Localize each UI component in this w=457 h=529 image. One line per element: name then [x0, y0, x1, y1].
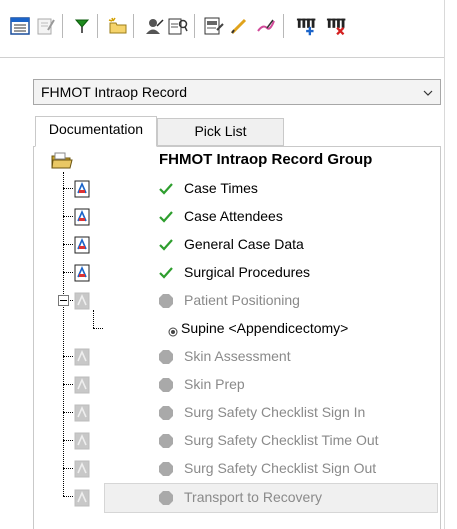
tree-subitem-label: Supine <Appendicectomy>	[181, 320, 349, 336]
checkmark-icon	[158, 209, 174, 225]
tree-item-general-case-data[interactable]: General Case Data	[0, 232, 440, 258]
form-document-icon	[73, 180, 91, 198]
window-right-edge	[444, 0, 445, 529]
tree-item-label: Surgical Procedures	[184, 264, 311, 280]
person-icon[interactable]	[142, 12, 166, 40]
toolbar-separator	[133, 14, 134, 38]
tree-item-skin-prep[interactable]: Skin Prep	[0, 372, 440, 398]
tree-item-case-times[interactable]: Case Times	[0, 176, 440, 202]
toolbar-separator	[194, 14, 195, 38]
form-document-icon	[73, 236, 91, 254]
toolbar-separator	[62, 14, 63, 38]
pending-octagon-icon	[158, 349, 174, 365]
record-select[interactable]: FHMOT Intraop Record	[33, 79, 441, 105]
grid-view-icon[interactable]	[8, 12, 32, 40]
tab-documentation[interactable]: Documentation	[35, 116, 157, 147]
form-document-icon	[73, 264, 91, 282]
chevron-down-icon	[422, 86, 434, 102]
tree-item-surgical-procedures[interactable]: Surgical Procedures	[0, 260, 440, 286]
tree-item-label: Case Times	[184, 180, 258, 196]
radio-dot-icon	[168, 324, 178, 337]
form-document-disabled-icon	[73, 404, 91, 422]
tree-item-label: Surg Safety Checklist Time Out	[184, 432, 379, 448]
toolbar-separator	[283, 14, 284, 38]
add-column-icon[interactable]	[296, 12, 320, 40]
tree-item-patient-positioning[interactable]: Patient Positioning	[0, 288, 440, 314]
tree-item-label: Surg Safety Checklist Sign In	[184, 404, 366, 420]
document-chart-icon[interactable]	[202, 12, 226, 40]
tree-item-label: Skin Prep	[184, 376, 245, 392]
checkmark-icon	[158, 237, 174, 253]
tree-item-time-out[interactable]: Surg Safety Checklist Time Out	[0, 428, 440, 454]
form-document-disabled-icon	[73, 489, 91, 507]
tree-item-sign-out[interactable]: Surg Safety Checklist Sign Out	[0, 456, 440, 482]
tab-documentation-label: Documentation	[48, 121, 144, 137]
tree-item-label: Patient Positioning	[184, 292, 300, 308]
tree-item-sign-in[interactable]: Surg Safety Checklist Sign In	[0, 400, 440, 426]
form-document-disabled-icon	[73, 460, 91, 478]
form-document-disabled-icon	[73, 432, 91, 450]
tree-subitem-supine[interactable]: Supine <Appendicectomy>	[0, 316, 440, 342]
pending-octagon-icon	[158, 461, 174, 477]
flag-icon[interactable]	[70, 12, 94, 40]
pending-octagon-icon	[158, 490, 174, 506]
tree-item-transport-to-recovery[interactable]: Transport to Recovery	[0, 485, 440, 511]
tree-item-label: General Case Data	[184, 236, 304, 252]
remove-column-icon[interactable]	[326, 12, 350, 40]
tree-item-label: Transport to Recovery	[184, 489, 322, 505]
checkmark-icon	[158, 181, 174, 197]
tree-group-row[interactable]: FHMOT Intraop Record Group	[0, 148, 440, 174]
draw-icon[interactable]	[254, 12, 278, 40]
tree-item-skin-assessment[interactable]: Skin Assessment	[0, 344, 440, 370]
pending-octagon-icon	[158, 433, 174, 449]
tab-pick-list[interactable]: Pick List	[157, 118, 284, 146]
tree-item-label: Surg Safety Checklist Sign Out	[184, 460, 377, 476]
toolbar	[0, 0, 444, 56]
tree-item-case-attendees[interactable]: Case Attendees	[0, 204, 440, 230]
checkmark-icon	[158, 265, 174, 281]
tab-pick-list-label: Pick List	[194, 123, 247, 139]
form-document-icon	[73, 208, 91, 226]
tree-item-label: Skin Assessment	[184, 348, 291, 364]
tree-group-label: FHMOT Intraop Record Group	[159, 151, 373, 168]
form-document-disabled-icon	[73, 376, 91, 394]
toolbar-separator	[97, 14, 98, 38]
pending-octagon-icon	[158, 377, 174, 393]
tree-item-label: Case Attendees	[184, 208, 283, 224]
toolbar-divider	[0, 57, 444, 58]
document-search-icon[interactable]	[166, 12, 190, 40]
documentation-window: FHMOT Intraop Record Documentation Pick …	[0, 0, 457, 529]
edit-document-icon[interactable]	[34, 12, 58, 40]
form-document-disabled-icon	[73, 292, 91, 310]
pending-octagon-icon	[158, 293, 174, 309]
form-document-disabled-icon	[73, 348, 91, 366]
new-folder-icon[interactable]	[106, 12, 130, 40]
folder-icon	[51, 151, 73, 174]
record-select-value: FHMOT Intraop Record	[41, 84, 188, 100]
pencil-icon[interactable]	[228, 12, 252, 40]
pending-octagon-icon	[158, 405, 174, 421]
